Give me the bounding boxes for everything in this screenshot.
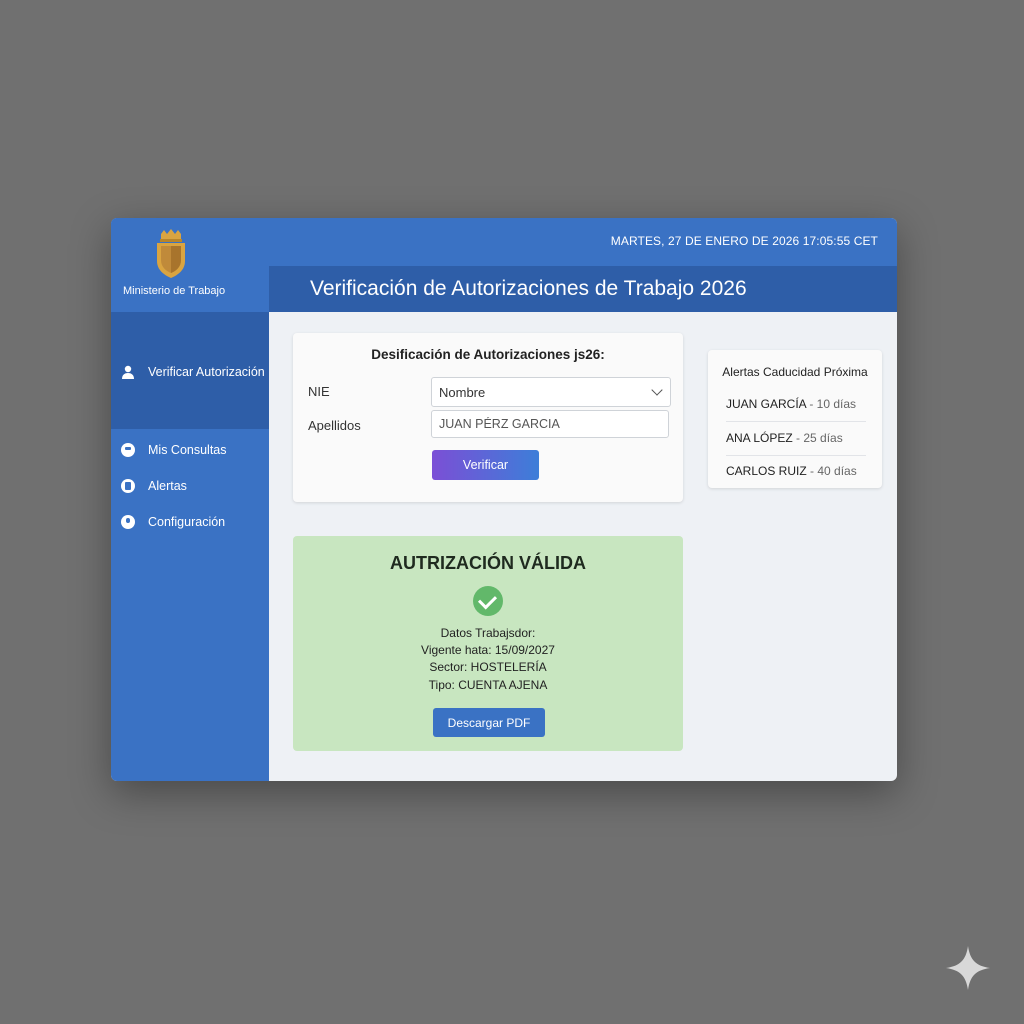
consultas-icon (121, 443, 135, 457)
ministry-name: Ministerio de Trabajo (123, 285, 226, 297)
sidebar-item-label: Alertas (148, 479, 187, 493)
verify-button[interactable]: Verificar (432, 450, 539, 480)
nie-select[interactable]: Nombre (431, 377, 671, 407)
alert-days: - 25 días (792, 431, 843, 445)
alert-item[interactable]: CARLOS RUIZ - 40 días (726, 454, 866, 488)
sidebar-item-label: Verificar Autorización (148, 365, 265, 379)
sparkle-icon (946, 946, 990, 990)
expiry-alerts-card: Alertas Caducidad Próxima JUAN GARCÍA - … (708, 350, 882, 488)
sidebar-item-label: Configuración (148, 515, 226, 529)
sector: Sector: HOSTELERÍA (429, 660, 547, 674)
sidebar-item-mis-consultas[interactable]: Mis Consultas (121, 443, 227, 457)
sidebar-item-alertas[interactable]: Alertas (121, 479, 187, 493)
result-status-title: AUTRIZACIÓN VÁLIDA (390, 553, 586, 573)
valid-until: Vigente hata: 15/09/2027 (421, 643, 555, 657)
sidebar: Ministerio de Trabajo Verificar Autoriza… (111, 218, 269, 781)
verification-result-card: AUTRIZACIÓN VÁLIDA Datos Trabajsdor: Vig… (293, 536, 683, 751)
crest-shield-icon (157, 229, 185, 278)
alert-name: JUAN GARCÍA (726, 397, 807, 411)
settings-icon (121, 515, 135, 529)
download-pdf-button[interactable]: Descargar PDF (433, 708, 545, 737)
check-circle-icon (473, 586, 503, 616)
current-datetime: MARTES, 27 DE ENERO DE 2026 17:05:55 CET (610, 234, 878, 248)
alerts-icon (121, 479, 135, 493)
alert-name: ANA LÓPEZ (726, 431, 793, 445)
contract-type: Tipo: CUENTA AJENA (428, 678, 548, 692)
verification-form-card: Desificación de Autorizaciones js26: NIE… (293, 333, 683, 502)
sidebar-item-configuracion[interactable]: Configuración (121, 515, 225, 529)
nie-label: NIE (308, 384, 330, 399)
check-mark-icon (477, 590, 498, 610)
apellidos-label: Apellidos (308, 418, 361, 433)
alerts-title: Alertas Caducidad Próxima (722, 365, 868, 379)
chevron-down-icon (651, 384, 663, 396)
alert-name: CARLOS RUIZ (726, 464, 807, 478)
apellidos-input[interactable] (431, 410, 669, 438)
page-header: Verificación de Autorizaciones de Trabaj… (269, 266, 897, 312)
form-title: Desificación de Autorizaciones js26: (371, 347, 605, 362)
alert-item[interactable]: ANA LÓPEZ - 25 días (726, 421, 866, 455)
app-window: MARTES, 27 DE ENERO DE 2026 17:05:55 CET… (111, 218, 897, 781)
user-icon (122, 365, 134, 379)
page-title: Verificación de Autorizaciones de Trabaj… (310, 277, 747, 300)
sidebar-item-verificar[interactable]: Verificar Autorización (121, 365, 265, 379)
nie-select-value: Nombre (439, 385, 486, 400)
alert-item[interactable]: JUAN GARCÍA - 10 días (726, 387, 866, 421)
sidebar-item-label: Mis Consultas (148, 443, 227, 457)
ministry-logo-area: Ministerio de Trabajo (111, 218, 269, 312)
alert-days: - 40 días (806, 464, 857, 478)
worker-data-label: Datos Trabajsdor: (440, 626, 536, 640)
alert-days: - 10 días (806, 397, 857, 411)
